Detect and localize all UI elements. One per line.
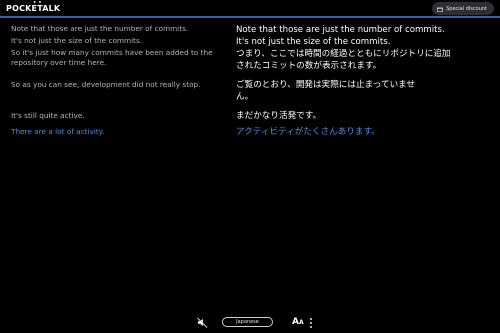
pocketalk-logo: POCKETALK • • [6,0,60,13]
source-line-active: There are a lot of activity. [11,127,105,136]
translation-line-active: アクティビティがたくさんあります。 [236,127,380,137]
speaker-muted-icon[interactable] [197,317,208,328]
special-discount-label: Special discount [446,5,487,12]
translation-line: It's not just the size of the commits. [236,37,391,47]
logo-dots: • • [33,0,42,6]
translation-line: つまり、ここでは時間の経過とともにリポジトリに追加されたコミットの数が表示されま… [236,49,451,71]
translation-line: Note that those are just the number of c… [236,25,445,35]
font-size-icon[interactable]: AA [292,317,304,327]
source-line: It's still quite active. [11,111,85,120]
source-line: Note that those are just the number of c… [11,24,189,33]
source-line: It's not just the size of the commits. [11,36,143,45]
top-bar: POCKETALK • • Special discount [0,0,500,18]
gift-icon [437,7,443,12]
special-discount-button[interactable]: Special discount [432,2,494,15]
translation-line: ご覧のとおり、開発は実際には止まっていません。 [236,80,416,102]
source-line: So it's just how many commits have been … [11,48,213,67]
language-selector[interactable]: Japanese [222,317,273,327]
translation-line: まだかなり活発です。 [236,111,322,121]
font-size-glyph-large: A [292,317,299,327]
font-size-glyph-small: A [298,319,304,326]
more-vertical-icon[interactable] [308,317,314,329]
bottom-controls: Japanese AA [0,314,500,333]
source-line: So as you can see, development did not r… [11,80,201,89]
